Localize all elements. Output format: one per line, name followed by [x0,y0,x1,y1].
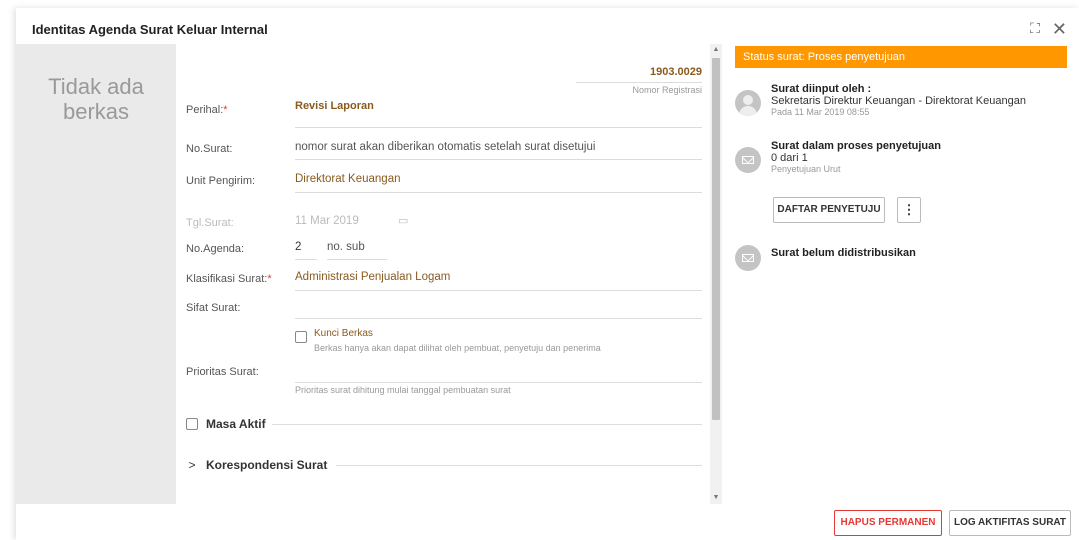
no-sub-field[interactable]: no. sub [327,241,365,253]
tgl-surat-label: Tgl.Surat: [186,217,234,229]
no-sub-underline [327,259,387,260]
activity-log-button[interactable]: LOG AKTIFITAS SURAT [949,510,1071,536]
korespondensi-label: Korespondensi Surat [206,458,328,472]
approval-type: Penyetujuan Urut [771,164,841,174]
masa-aktif-label: Masa Aktif [206,417,266,431]
letter-form: 1903.0029 Nomor Registrasi Perihal:* Rev… [176,44,710,504]
klasifikasi-field[interactable]: Administrasi Penjualan Logam [295,271,450,283]
scroll-up-icon[interactable]: ▲ [710,44,722,56]
sifat-surat-underline [295,318,702,319]
masa-aktif-checkbox[interactable] [186,418,198,430]
sifat-surat-label: Sifat Surat: [186,302,241,314]
masa-aktif-section[interactable]: Masa Aktif [186,417,266,431]
klasifikasi-underline [295,290,702,291]
registration-underline [576,82,702,83]
distribution-title: Surat belum didistribusikan [771,247,916,259]
prioritas-label: Prioritas Surat: [186,366,259,378]
unit-pengirim-field[interactable]: Direktorat Keuangan [295,173,400,185]
no-surat-field: nomor surat akan diberikan otomatis sete… [295,141,596,153]
form-scrollbar[interactable]: ▲ ▼ [710,44,722,504]
kunci-berkas-label: Kunci Berkas [314,328,373,339]
klasifikasi-label: Klasifikasi Surat:* [186,273,272,285]
mail-icon [735,245,761,271]
status-bar: Status surat: Proses penyetujuan [735,46,1067,68]
mail-icon [735,147,761,173]
user-avatar-icon [735,90,761,116]
korespondensi-divider [336,465,702,466]
dialog-title: Identitas Agenda Surat Keluar Internal [32,22,268,37]
approval-info: Surat dalam proses penyetujuan 0 dari 1 … [771,140,941,174]
distribution-info: Surat belum didistribusikan [771,247,916,259]
masa-aktif-divider [272,424,702,425]
expand-icon[interactable]: ⛶ [1030,20,1040,37]
no-surat-underline [295,159,702,160]
perihal-label: Perihal:* [186,104,228,116]
calendar-icon: ▭ [398,215,409,227]
no-agenda-field[interactable]: 2 [295,241,301,253]
tgl-surat-field: 11 Mar 2019 [295,215,359,227]
approval-count: 0 dari 1 [771,152,808,164]
letter-dialog: Identitas Agenda Surat Keluar Internal ⛶… [16,8,1079,540]
approver-list-button[interactable]: DAFTAR PENYETUJU [773,197,885,223]
chevron-right-icon: > [188,458,196,472]
status-panel: Status surat: Proses penyetujuan Surat d… [735,46,1067,271]
input-time: Pada 11 Mar 2019 08:55 [771,107,870,117]
input-by: Sekretaris Direktur Keuangan - Direktora… [771,95,1026,107]
no-agenda-underline [295,259,317,260]
dialog-header-icons: ⛶ ✕ [1030,20,1067,38]
approval-title: Surat dalam proses penyetujuan [771,140,941,152]
input-info: Surat diinput oleh : Sekretaris Direktur… [771,83,1026,117]
close-icon[interactable]: ✕ [1052,20,1067,38]
more-vertical-icon[interactable]: ⋮ [897,197,921,223]
korespondensi-section[interactable]: > Korespondensi Surat [186,458,327,472]
scroll-thumb[interactable] [712,58,720,420]
kunci-berkas-hint: Berkas hanya akan dapat dilihat oleh pem… [314,343,601,353]
no-surat-label: No.Surat: [186,143,233,155]
unit-pengirim-label: Unit Pengirim: [186,175,256,187]
perihal-field[interactable]: Revisi Laporan [295,100,374,112]
scroll-down-icon[interactable]: ▼ [710,492,722,504]
registration-number: 1903.0029 [650,66,702,78]
unit-pengirim-underline [295,192,702,193]
delete-permanent-button[interactable]: HAPUS PERMANEN [834,510,942,536]
registration-label: Nomor Registrasi [632,85,702,95]
prioritas-underline [295,382,702,383]
attachment-panel: Tidak ada berkas [16,44,176,504]
kunci-berkas-checkbox[interactable] [295,328,307,346]
prioritas-hint: Prioritas surat dihitung mulai tanggal p… [295,385,511,395]
no-agenda-label: No.Agenda: [186,243,245,255]
perihal-underline [295,127,702,128]
input-title: Surat diinput oleh : [771,83,872,95]
no-file-text: Tidak ada berkas [48,74,144,124]
